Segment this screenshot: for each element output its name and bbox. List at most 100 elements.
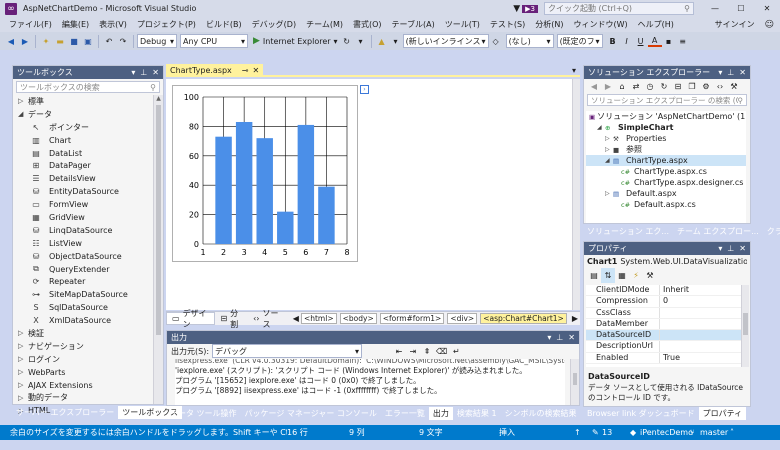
open-file-icon[interactable]: ▬ bbox=[53, 34, 67, 49]
font-color-button[interactable]: A bbox=[647, 35, 662, 47]
property-row[interactable]: Enabled True bbox=[586, 352, 741, 365]
property-value[interactable]: Inherit bbox=[660, 285, 689, 295]
editor-tab-charttype[interactable]: ChartType.aspx ⊸ ✕ bbox=[166, 64, 264, 76]
chart-bar[interactable] bbox=[256, 138, 273, 244]
toolbox-item[interactable]: ▭ FormView bbox=[13, 198, 153, 211]
close-icon[interactable]: ✕ bbox=[739, 68, 746, 77]
expand-icon[interactable]: ▷ bbox=[18, 355, 28, 363]
chart-control[interactable]: 0 20 40 60 80 100 1 2 3 4 5 6 7 8 bbox=[172, 85, 358, 262]
property-row[interactable]: DataSourceID bbox=[586, 330, 741, 342]
configuration-dropdown[interactable]: Debug ▾ bbox=[137, 34, 177, 48]
solution-tree-item[interactable]: ◢ ▤ ChartType.aspx bbox=[586, 155, 746, 166]
collapse-icon[interactable]: ◢ bbox=[597, 124, 605, 131]
find-next-icon[interactable]: ⇥ bbox=[406, 344, 420, 359]
menu-item[interactable]: ビルド(B) bbox=[201, 19, 247, 30]
menu-item[interactable]: ファイル(F) bbox=[4, 19, 57, 30]
menu-item[interactable]: 編集(E) bbox=[57, 19, 94, 30]
toolbox-group[interactable]: ▷ ナビゲーション bbox=[13, 340, 153, 353]
toolbox-item[interactable]: ⛁ EntityDataSource bbox=[13, 185, 153, 198]
redo-icon[interactable]: ↷ bbox=[116, 34, 130, 49]
property-row[interactable]: CssClass bbox=[586, 307, 741, 319]
sign-in-link[interactable]: サインイン bbox=[711, 19, 759, 30]
collapse-all-icon[interactable]: ⊟ bbox=[671, 79, 685, 94]
navigate-back-icon[interactable]: ◀ bbox=[4, 34, 18, 49]
events-icon[interactable]: ⚡ bbox=[629, 268, 643, 283]
find-previous-icon[interactable]: ⇤ bbox=[392, 344, 406, 359]
solution-search-input[interactable]: ソリューション エクスプローラー の検索 (Ctrl+;) ⚲ bbox=[587, 94, 747, 106]
toolbox-item[interactable]: ⛁ ObjectDataSource bbox=[13, 250, 153, 263]
property-pages-icon[interactable]: ▦ bbox=[615, 268, 629, 283]
menu-item[interactable]: 書式(O) bbox=[348, 19, 387, 30]
output-tab-2[interactable]: エラー一覧 bbox=[381, 407, 429, 420]
expand-icon[interactable]: ▷ bbox=[18, 97, 28, 105]
toolbox-item[interactable]: ⊞ DataPager bbox=[13, 159, 153, 172]
menu-item[interactable]: ヘルプ(H) bbox=[633, 19, 679, 30]
output-tab-0[interactable]: データ ツール操作 bbox=[166, 407, 241, 420]
dropdown-icon[interactable]: ▾ bbox=[718, 68, 722, 77]
navigate-forward-icon[interactable]: ▶ bbox=[18, 34, 32, 49]
properties-icon[interactable]: ⚙ bbox=[699, 79, 713, 94]
breadcrumb-item[interactable]: <body> bbox=[339, 313, 377, 324]
dropdown-icon[interactable]: ▾ bbox=[718, 244, 722, 253]
close-icon[interactable]: ✕ bbox=[152, 68, 159, 77]
breadcrumb-next-icon[interactable]: ▶ bbox=[570, 314, 580, 323]
status-repo[interactable]: iPentecDemo bbox=[640, 428, 693, 437]
scrollbar-thumb[interactable] bbox=[743, 313, 748, 335]
property-grid-scrollbar[interactable] bbox=[741, 285, 749, 367]
style-dropdown[interactable]: (新しいインラインス ▾ bbox=[402, 34, 489, 48]
italic-button[interactable]: I bbox=[620, 34, 634, 49]
view-tab-0[interactable]: ▭ デザイン bbox=[166, 309, 216, 329]
toolbox-group[interactable]: ▷ AJAX Extensions bbox=[13, 379, 153, 392]
output-tab-3[interactable]: 出力 bbox=[428, 407, 453, 420]
toolbox-item[interactable]: ☰ DetailsView bbox=[13, 172, 153, 185]
output-tab-5[interactable]: シンボルの検索結果 bbox=[501, 407, 581, 420]
expand-icon[interactable]: ▷ bbox=[18, 368, 28, 376]
status-branch[interactable]: master bbox=[700, 428, 730, 437]
wrench-icon[interactable]: ⚒ bbox=[643, 268, 657, 283]
solution-tree-item[interactable]: ▷ ■ 参照 bbox=[586, 144, 746, 155]
chart-bar[interactable] bbox=[318, 186, 335, 244]
close-icon[interactable]: ✕ bbox=[253, 66, 260, 75]
chevron-down-icon[interactable]: ▾ bbox=[354, 34, 368, 49]
toolbox-item[interactable]: ☷ ListView bbox=[13, 237, 153, 250]
solution-tab-2[interactable]: クラス ビュー bbox=[763, 225, 780, 238]
back-icon[interactable]: ◀ bbox=[587, 79, 601, 94]
output-tab-4[interactable]: 検索結果 1 bbox=[453, 407, 501, 420]
menu-item[interactable]: テーブル(A) bbox=[387, 19, 440, 30]
minimize-button[interactable]: — bbox=[702, 4, 728, 13]
smart-tag-icon[interactable]: › bbox=[360, 85, 369, 94]
chart-bar[interactable] bbox=[215, 136, 232, 244]
preview-icon[interactable]: ‹› bbox=[713, 79, 727, 94]
sync-icon[interactable]: ⇄ bbox=[629, 79, 643, 94]
chart-bar[interactable] bbox=[297, 124, 315, 244]
properties-tab-0[interactable]: Browser link ダッシュボード bbox=[583, 407, 699, 420]
scrollbar-thumb[interactable] bbox=[156, 105, 161, 335]
expand-icon[interactable]: ▷ bbox=[18, 329, 28, 337]
toolbox-group[interactable]: ▷ 動的データ bbox=[13, 391, 153, 404]
breadcrumb-item[interactable]: <html> bbox=[300, 313, 337, 324]
toolbox-group[interactable]: ◢ データ bbox=[13, 108, 153, 121]
align-left-icon[interactable]: ≡ bbox=[676, 34, 690, 49]
property-value[interactable]: 0 bbox=[660, 296, 668, 306]
toolbox-group[interactable]: ▷ 検証 bbox=[13, 327, 153, 340]
dropdown-icon[interactable]: ▾ bbox=[131, 68, 135, 77]
pin-icon[interactable]: ⊥ bbox=[727, 244, 734, 253]
toolbox-item[interactable]: ⛁ LinqDataSource bbox=[13, 224, 153, 237]
new-project-icon[interactable]: ✦ bbox=[39, 34, 53, 49]
solution-tree-item[interactable]: c# ChartType.aspx.cs bbox=[586, 166, 746, 177]
toolbox-item[interactable]: ⊶ SiteMapDataSource bbox=[13, 288, 153, 301]
menu-item[interactable]: ウィンドウ(W) bbox=[568, 19, 632, 30]
toolbox-item[interactable]: ▥ Chart bbox=[13, 134, 153, 147]
property-row[interactable]: ClientIDMode Inherit bbox=[586, 285, 741, 297]
close-icon[interactable]: ✕ bbox=[568, 333, 575, 342]
toolbox-group[interactable]: ▷ ログイン bbox=[13, 353, 153, 366]
chart-bar[interactable] bbox=[235, 121, 253, 244]
output-text[interactable]: iisexpress.exe' (CLR v4.0.30319: Default… bbox=[175, 359, 565, 405]
refresh-icon[interactable]: ↻ bbox=[657, 79, 671, 94]
pin-icon[interactable]: ⊥ bbox=[140, 68, 147, 77]
dropdown-icon[interactable]: ▾ bbox=[547, 333, 551, 342]
expand-icon[interactable]: ▷ bbox=[605, 146, 613, 153]
toolbox-group[interactable]: ▷ 標準 bbox=[13, 95, 153, 108]
view-tab-2[interactable]: ‹› ソース bbox=[248, 309, 287, 329]
expand-icon[interactable]: ▷ bbox=[18, 342, 28, 350]
